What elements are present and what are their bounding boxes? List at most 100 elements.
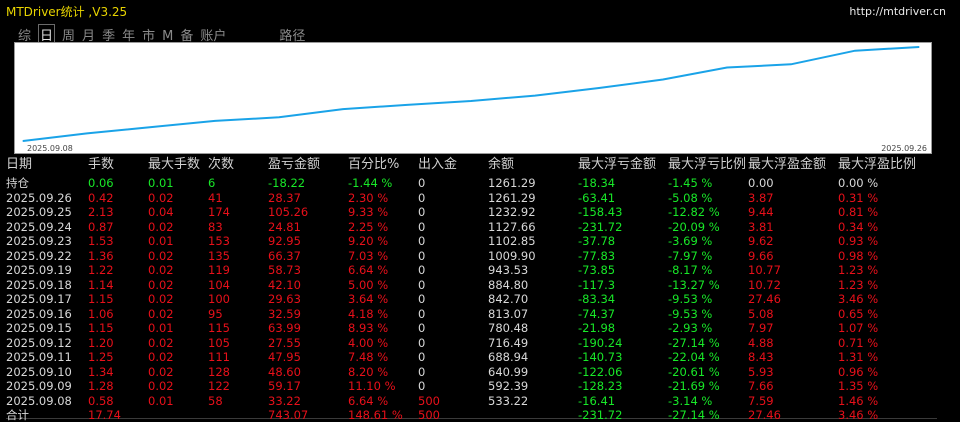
table-cell: 0.02 xyxy=(148,190,174,205)
app-title: MTDriver统计 ,V3.25 xyxy=(6,5,128,19)
table-cell: 1.34 xyxy=(88,364,114,379)
table-cell: 148.61 % xyxy=(348,408,403,422)
table-cell: 716.49 xyxy=(488,335,529,350)
table-cell: 0.96 % xyxy=(838,364,879,379)
table-cell: -9.53 % xyxy=(668,306,713,321)
table-cell: 2025.09.19 xyxy=(6,263,72,277)
table-cell: 27.55 xyxy=(268,335,301,350)
table-cell: -63.41 xyxy=(578,190,616,205)
table-cell: -3.69 % xyxy=(668,234,713,248)
equity-line xyxy=(22,46,920,142)
table-cell: 7.59 xyxy=(748,393,774,408)
table-cell: 0 xyxy=(418,219,426,234)
table-cell: 119 xyxy=(208,263,230,277)
table-cell: 0.00 % xyxy=(838,176,879,190)
table-cell: -12.82 % xyxy=(668,205,720,219)
table-cell: -3.14 % xyxy=(668,393,713,408)
table-cell: 27.46 xyxy=(748,408,781,422)
table-cell: 688.94 xyxy=(488,350,529,364)
table-cell: 0 xyxy=(418,306,426,321)
table-cell: 1102.85 xyxy=(488,234,536,248)
table-cell: 0 xyxy=(418,234,426,248)
table-cell: 0.58 xyxy=(88,393,114,408)
table-cell: -74.37 xyxy=(578,306,616,321)
table-cell: 0.02 xyxy=(148,379,174,393)
table-cell: 500 xyxy=(418,408,440,422)
table-cell: 0 xyxy=(418,277,426,292)
equity-point-6 xyxy=(406,104,408,106)
table-cell: -9.53 % xyxy=(668,292,713,306)
table-cell: 2025.09.17 xyxy=(6,292,72,306)
table-cell: 0.02 xyxy=(148,292,174,306)
table-cell: 9.33 % xyxy=(348,205,389,219)
equity-point-8 xyxy=(534,95,536,97)
table-cell: 105 xyxy=(208,335,230,350)
equity-point-9 xyxy=(598,87,600,89)
table-cell: -20.61 % xyxy=(668,364,720,379)
table-cell: 0.02 xyxy=(148,306,174,321)
equity-point-1 xyxy=(86,132,88,134)
table-cell: 28.37 xyxy=(268,190,301,205)
table-cell: 884.80 xyxy=(488,277,529,292)
table-cell: 1.53 xyxy=(88,234,114,248)
equity-point-0 xyxy=(22,140,24,142)
table-cell: 27.46 xyxy=(748,292,781,306)
header-cell: 最大浮盈金额 xyxy=(748,157,827,172)
table-cell: 0.31 % xyxy=(838,190,879,205)
table-cell: 10.72 xyxy=(748,277,781,292)
table-cell: 2025.09.25 xyxy=(6,205,72,219)
table-cell: 33.22 xyxy=(268,393,301,408)
table-cell: 640.99 xyxy=(488,364,529,379)
table-cell: -21.69 % xyxy=(668,379,720,393)
table-cell: 2.13 xyxy=(88,205,114,219)
table-cell: 6.64 % xyxy=(348,393,389,408)
table-cell: 1.15 xyxy=(88,292,114,306)
table-cell: 122 xyxy=(208,379,230,393)
chart-end-date: 2025.09.26 xyxy=(881,144,927,153)
table-cell: 0.02 xyxy=(148,335,174,350)
table-cell: -1.44 % xyxy=(348,176,393,190)
equity-chart: 2025.09.08 2025.09.26 xyxy=(14,42,932,154)
table-cell: 100 xyxy=(208,292,230,306)
equity-point-13 xyxy=(854,50,856,52)
table-cell: 0.87 xyxy=(88,219,114,234)
table-cell: 3.46 % xyxy=(838,292,879,306)
table-cell: 2025.09.22 xyxy=(6,248,72,263)
table-cell: -20.09 % xyxy=(668,219,720,234)
table-cell: 0 xyxy=(418,248,426,263)
header-cell: 日期 xyxy=(6,157,33,172)
table-cell: 0 xyxy=(418,335,426,350)
table-cell: 1.35 % xyxy=(838,379,879,393)
table-cell: 持仓 xyxy=(6,176,29,190)
table-cell: 2025.09.26 xyxy=(6,190,72,205)
table-cell: 104 xyxy=(208,277,230,292)
header-cell: 最大浮亏比例 xyxy=(668,157,747,172)
table-cell: -231.72 xyxy=(578,408,623,422)
table-cell: 1.31 % xyxy=(838,350,879,364)
table-cell: 0.81 % xyxy=(838,205,879,219)
table-cell: 4.88 xyxy=(748,335,774,350)
table-cell: 2025.09.23 xyxy=(6,234,72,248)
table-cell: 0.00 xyxy=(748,176,774,190)
website-link[interactable]: http://mtdriver.cn xyxy=(849,5,946,18)
table-cell: 5.08 xyxy=(748,306,774,321)
table-cell: 1.28 xyxy=(88,379,114,393)
table-cell: -1.45 % xyxy=(668,176,713,190)
table-cell: 174 xyxy=(208,205,230,219)
table-cell: 7.97 xyxy=(748,321,774,335)
table-cell: 41 xyxy=(208,190,223,205)
equity-point-11 xyxy=(726,66,728,69)
equity-point-2 xyxy=(150,126,152,128)
table-cell: 66.37 xyxy=(268,248,301,263)
table-cell: 1.07 % xyxy=(838,321,879,335)
table-cell: 0.71 % xyxy=(838,335,879,350)
table-cell: 842.70 xyxy=(488,292,529,306)
table-cell: 9.44 xyxy=(748,205,774,219)
table-cell: 5.93 xyxy=(748,364,774,379)
table-cell: -128.23 xyxy=(578,379,623,393)
table-cell: 592.39 xyxy=(488,379,529,393)
table-cell: 3.46 % xyxy=(838,408,879,422)
table-cell: -16.41 xyxy=(578,393,616,408)
table-cell: 0.42 xyxy=(88,190,114,205)
table-cell: 2025.09.24 xyxy=(6,219,72,234)
